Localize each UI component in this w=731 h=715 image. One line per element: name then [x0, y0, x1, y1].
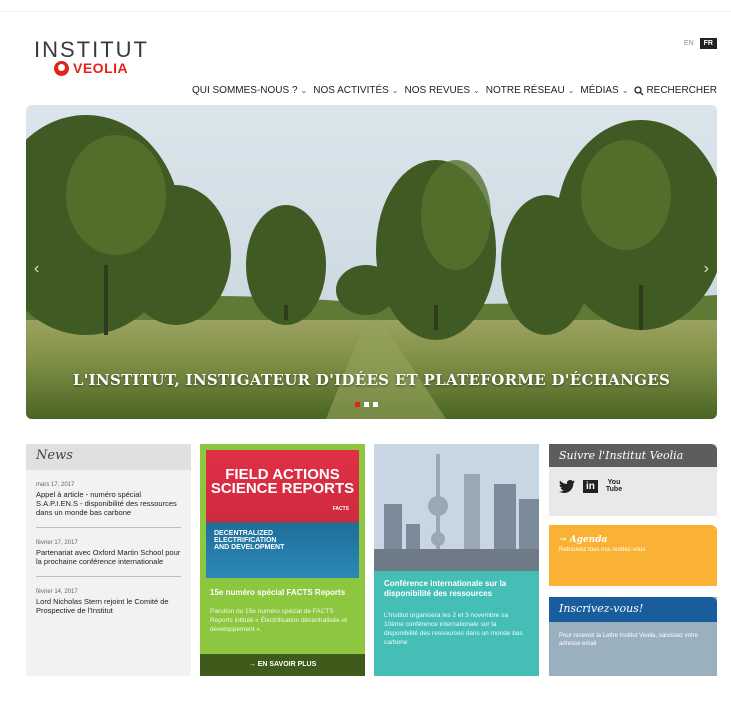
top-divider [0, 11, 731, 12]
nav-label: NOS ACTIVITÉS [313, 85, 389, 96]
agenda-text: Retrouvez tous nos rendez-vous [559, 547, 646, 553]
skyline-image [374, 444, 539, 571]
chevron-down-icon: ⌄ [567, 86, 575, 95]
carousel-dot[interactable] [373, 402, 378, 407]
conference-card[interactable]: Conférence internationale sur la disponi… [374, 444, 539, 676]
news-item[interactable]: février 17, 2017 Partenariat avec Oxford… [26, 540, 191, 566]
logo[interactable]: INSTITUT VEOLIA [34, 37, 149, 76]
nav-medias[interactable]: MÉDIAS ⌄ [580, 85, 628, 96]
follow-panel: Suivre l'Institut Veolia in You Tube [549, 444, 717, 516]
agenda-panel[interactable]: → Agenda Retrouvez tous nos rendez-vous [549, 525, 717, 586]
nav-label: NOS REVUES [404, 85, 471, 96]
nav-qui-sommes-nous[interactable]: QUI SOMMES-NOUS ? ⌄ [192, 85, 307, 96]
lang-fr[interactable]: FR [699, 38, 717, 49]
subscribe-text: Pour recevoir la Lettre Institut Veolia,… [559, 633, 699, 647]
nav-notre-reseau[interactable]: NOTRE RÉSEAU ⌄ [486, 85, 575, 96]
news-link[interactable]: Lord Nicholas Stern rejoint le Comité de… [36, 597, 181, 615]
hero-caption: L'INSTITUT, INSTIGATEUR D'IDÉES ET PLATE… [72, 371, 671, 389]
youtube-icon[interactable]: You Tube [606, 479, 622, 493]
news-date: février 17, 2017 [36, 540, 78, 546]
facts-cover-title: FIELD ACTIONS SCIENCE REPORTS [210, 466, 355, 497]
facts-cover-badge: FACTS [332, 506, 349, 512]
facts-card-text: Parution du 15e numéro spécial de FACTS … [210, 608, 347, 633]
logo-veolia-text: VEOLIA [73, 60, 129, 76]
nav-nos-activites[interactable]: NOS ACTIVITÉS ⌄ [313, 85, 398, 96]
conference-card-title[interactable]: Conférence internationale sur la disponi… [384, 579, 529, 599]
news-link[interactable]: Appel à article - numéro spécial S.A.P.I… [36, 490, 181, 517]
chevron-down-icon: ⌄ [473, 86, 480, 95]
carousel-prev-icon[interactable]: ‹ [34, 260, 39, 278]
subscribe-title: Inscrivez-vous! [549, 597, 717, 622]
news-divider [36, 576, 181, 577]
nav-label: NOTRE RÉSEAU [485, 85, 565, 96]
follow-title: Suivre l'Institut Veolia [549, 444, 717, 467]
news-divider [36, 527, 181, 528]
facts-card-title[interactable]: 15e numéro spécial FACTS Reports [210, 588, 355, 598]
news-link[interactable]: Partenariat avec Oxford Martin School po… [36, 548, 181, 566]
search-label: RECHERCHER [646, 85, 717, 96]
nav-nos-revues[interactable]: NOS REVUES ⌄ [405, 85, 480, 96]
main-nav: QUI SOMMES-NOUS ? ⌄ NOS ACTIVITÉS ⌄ NOS … [192, 85, 717, 96]
news-title: News [26, 444, 191, 470]
subscribe-panel: Inscrivez-vous! Pour recevoir la Lettre … [549, 597, 717, 676]
facts-cover-image: FIELD ACTIONS SCIENCE REPORTS FACTS DECE… [206, 450, 359, 578]
facts-cover-subtitle: DECENTRALIZED ELECTRIFICATION AND DEVELO… [214, 530, 285, 551]
language-switch: EN FR [680, 38, 717, 49]
carousel-dots [355, 402, 378, 407]
twitter-icon[interactable] [559, 479, 575, 493]
nav-label: QUI SOMMES-NOUS ? [191, 85, 298, 96]
hero-carousel[interactable]: ‹ › L'INSTITUT, INSTIGATEUR D'IDÉES ET P… [26, 105, 717, 419]
search-button[interactable]: RECHERCHER [634, 85, 717, 96]
news-panel: News mars 17, 2017 Appel à article - num… [26, 444, 191, 676]
chevron-down-icon: ⌄ [300, 86, 308, 95]
carousel-dot[interactable] [364, 402, 369, 407]
news-item[interactable]: mars 17, 2017 Appel à article - numéro s… [26, 482, 191, 517]
chevron-down-icon: ⌄ [621, 86, 629, 95]
shanghai-city-image [374, 444, 539, 571]
news-date: mars 17, 2017 [36, 482, 75, 488]
page: INSTITUT VEOLIA EN FR QUI SOMMES-NOUS ? … [0, 0, 731, 715]
veolia-logo-icon [54, 60, 69, 76]
facts-card[interactable]: FIELD ACTIONS SCIENCE REPORTS FACTS DECE… [200, 444, 365, 676]
carousel-dot[interactable] [355, 402, 360, 407]
read-more-button[interactable]: → EN SAVOIR PLUS [200, 654, 365, 676]
lang-en[interactable]: EN [680, 38, 698, 49]
news-date: février 14, 2017 [36, 589, 78, 595]
chevron-down-icon: ⌄ [391, 86, 399, 95]
search-icon [634, 85, 644, 95]
linkedin-icon[interactable]: in [583, 479, 598, 493]
agenda-title[interactable]: → Agenda [559, 535, 707, 545]
nav-label: MÉDIAS [580, 85, 619, 96]
conference-card-text: L'Institut organisera les 2 et 3 novembr… [384, 612, 523, 646]
news-item[interactable]: février 14, 2017 Lord Nicholas Stern rej… [26, 589, 191, 615]
carousel-next-icon[interactable]: › [704, 260, 709, 278]
